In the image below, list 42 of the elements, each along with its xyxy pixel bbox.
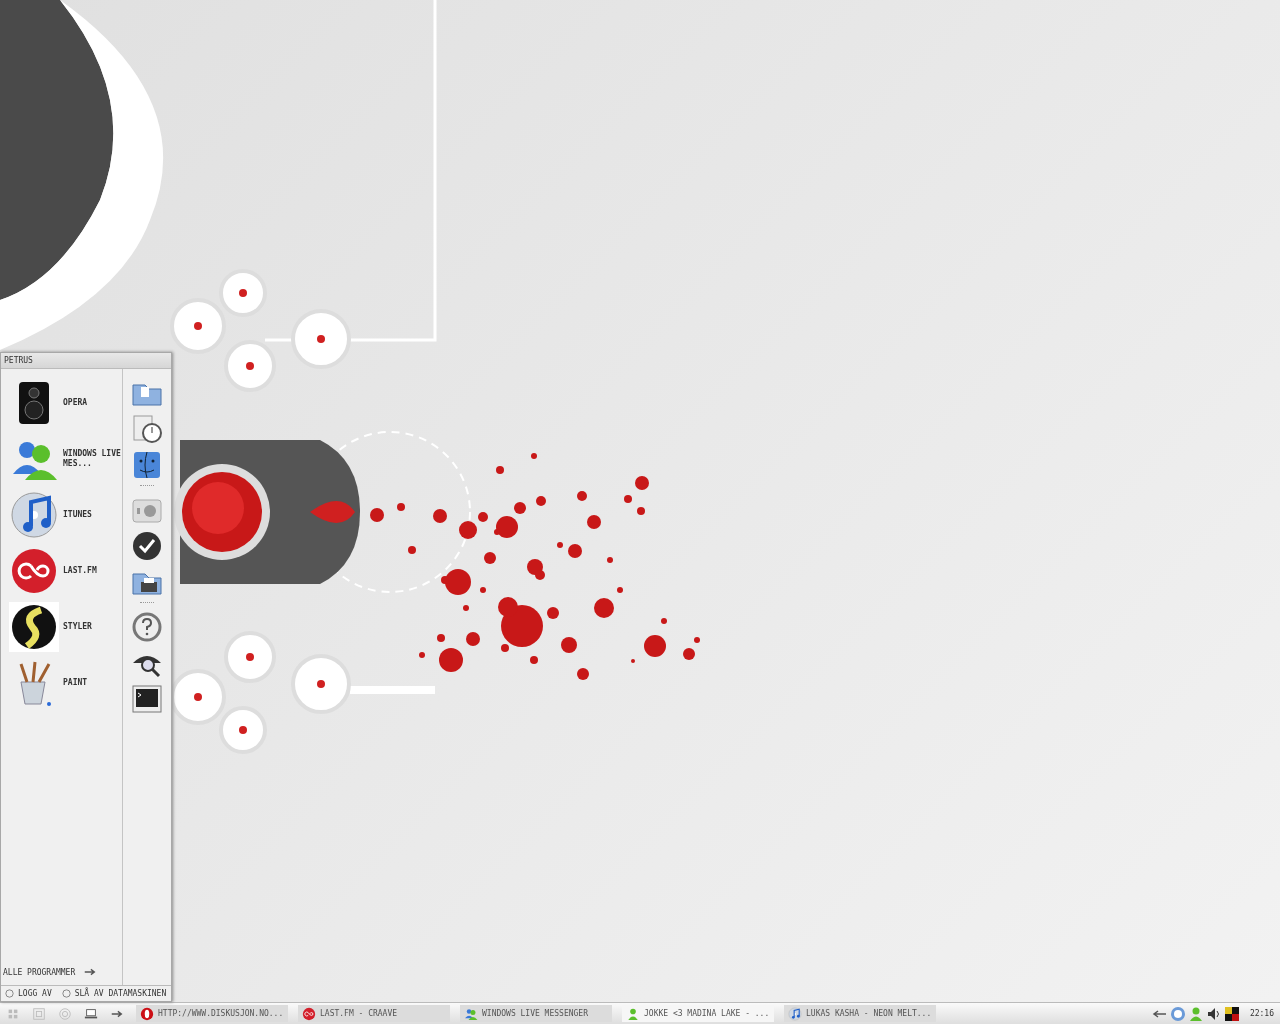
ring-ornament <box>291 654 351 714</box>
ring-ornament <box>224 631 276 683</box>
finder-face-icon[interactable] <box>131 449 163 481</box>
checkmark-icon[interactable] <box>131 530 163 562</box>
ring-ornament <box>219 269 267 317</box>
laptop-icon[interactable] <box>84 1006 98 1021</box>
program-item[interactable]: LAST.FM <box>9 543 122 599</box>
lastfm-icon <box>302 1006 316 1021</box>
program-item[interactable]: OPERA <box>9 375 122 431</box>
ring-ornament <box>224 340 276 392</box>
opera-icon <box>140 1006 154 1021</box>
taskbar-button[interactable]: HTTP://WWW.DISKUSJON.NO... <box>136 1005 288 1022</box>
ring-ornament <box>170 298 226 354</box>
music-disc-icon <box>788 1006 802 1021</box>
terminal-icon[interactable] <box>131 683 163 715</box>
help-ring-icon[interactable] <box>131 611 163 643</box>
user-name: PETRUS <box>1 353 171 369</box>
program-item[interactable]: PAINT <box>9 655 122 711</box>
clock: 22:16 <box>1249 1009 1274 1018</box>
program-item[interactable]: STYLER <box>9 599 122 655</box>
s-logo-icon <box>9 602 59 652</box>
stopwatch-icon[interactable] <box>131 413 163 445</box>
ring-ornament <box>219 706 267 754</box>
taskbar-button[interactable]: LUKAS KASHA - NEON MELT... <box>784 1005 936 1022</box>
people-icon <box>464 1006 478 1021</box>
person-icon <box>626 1006 640 1021</box>
program-item[interactable]: WINDOWS LIVE MES... <box>9 431 122 487</box>
music-disc-icon <box>9 490 59 540</box>
lastfm-icon <box>9 546 59 596</box>
ring-ornament <box>170 669 226 725</box>
taskbar-button[interactable]: LAST.FM - CRAAVE <box>298 1005 450 1022</box>
taskbar-button[interactable]: WINDOWS LIVE MESSENGER <box>460 1005 612 1022</box>
footer-button[interactable]: SLÅ AV DATAMASKINEN <box>61 989 167 998</box>
all-programs-link[interactable]: ALLE PROGRAMMER <box>3 965 122 985</box>
ring-ornament <box>291 309 351 369</box>
globe-icon[interactable] <box>1169 1005 1186 1022</box>
power-icon <box>5 989 14 998</box>
program-item[interactable]: ITUNES <box>9 487 122 543</box>
power-icon <box>61 989 71 998</box>
taskbar-button[interactable]: JOKKE <3 MADINA LAKE - ... <box>622 1005 774 1022</box>
flag-icon[interactable] <box>1223 1005 1240 1022</box>
footer-button[interactable]: LOGG AV <box>5 989 52 998</box>
